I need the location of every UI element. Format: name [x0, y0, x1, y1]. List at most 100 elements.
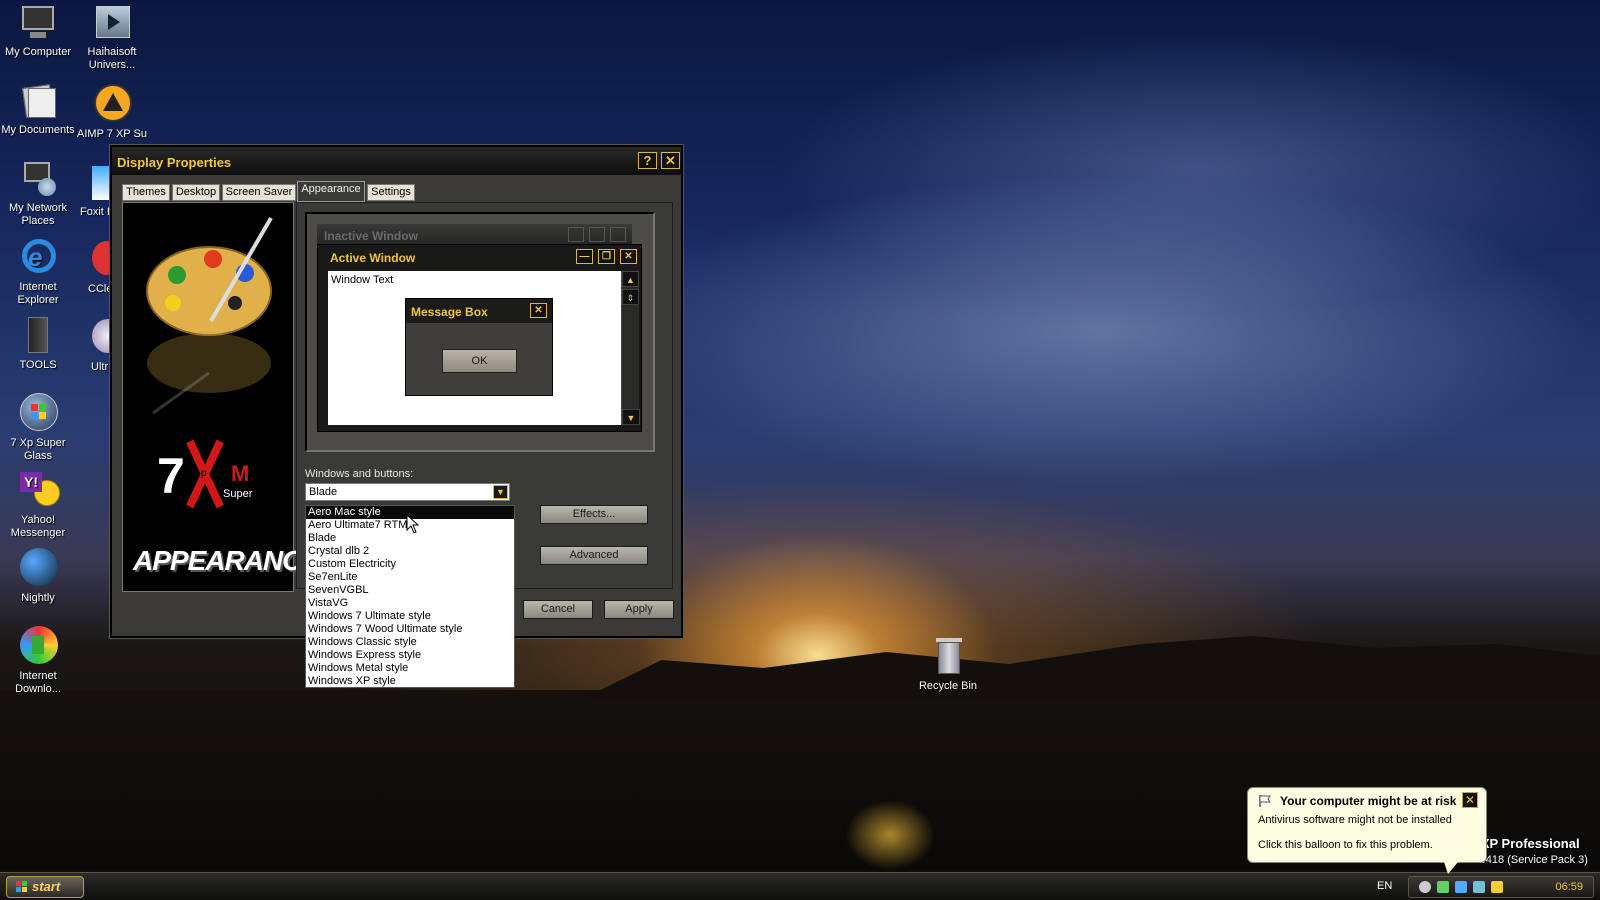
desktop-icon-haihaisoft[interactable]: Haihaisoft Univers...	[74, 2, 150, 72]
cancel-button[interactable]: Cancel	[523, 600, 593, 619]
inactive-window-preview: Inactive Window	[317, 224, 632, 246]
close-icon: ✕	[665, 153, 676, 168]
scroll-down-icon: ▼	[622, 409, 640, 425]
windows-buttons-select[interactable]: Blade ▼	[305, 483, 510, 501]
desktop-icon-label: Recycle Bin	[918, 680, 978, 692]
desktop-icon-label: Foxit I	[80, 206, 110, 218]
window-title: Display Properties	[117, 155, 232, 170]
desktop-icon-label: Yahoo! Messenger	[10, 514, 66, 539]
desktop-icon-ccleaner[interactable]: CCle	[74, 239, 114, 296]
start-label: start	[32, 879, 61, 894]
desktop-icon-internet-download[interactable]: Internet Downlo...	[0, 626, 76, 696]
internet-explorer-icon: e	[18, 237, 58, 277]
desktop-icon-ultraiso[interactable]: Ultr	[74, 317, 114, 374]
volume-tray-icon[interactable]	[1473, 881, 1485, 893]
messenger-tray-icon[interactable]	[1419, 881, 1431, 893]
appearance-caption: APPEARANCE	[133, 545, 320, 576]
help-button[interactable]: ?	[638, 152, 657, 169]
tab-settings[interactable]: Settings	[367, 184, 415, 201]
window-text: Window Text	[331, 274, 394, 286]
list-item[interactable]: Se7enLite	[306, 571, 514, 584]
desktop-icon-my-documents[interactable]: My Documents	[0, 80, 76, 137]
language-indicator[interactable]: EN	[1377, 880, 1392, 892]
balloon-close-button[interactable]: ✕	[1462, 792, 1478, 808]
message-box-titlebar: Message Box ✕	[406, 299, 552, 323]
desktop-icon-my-computer[interactable]: My Computer	[0, 2, 76, 59]
title-bar[interactable]: Display Properties ? ✕	[112, 147, 681, 175]
list-item[interactable]: Windows Metal style	[306, 662, 514, 675]
media-player-icon	[92, 2, 132, 42]
apply-button[interactable]: Apply	[604, 600, 674, 619]
security-balloon[interactable]: Your computer might be at risk ✕ Antivir…	[1247, 787, 1487, 874]
desktop-icon-tools[interactable]: TOOLS	[0, 315, 76, 372]
preview-scrollbar: ▲ ⇕ ▼	[621, 271, 640, 425]
desktop-icon-label: Nightly	[21, 592, 55, 604]
desktop-icon-network[interactable]: My Network Places	[0, 158, 76, 228]
app-tray-icon[interactable]	[1491, 881, 1503, 893]
tab-screen-saver[interactable]: Screen Saver	[222, 184, 296, 201]
desktop-icon-label: Internet Explorer	[17, 281, 59, 306]
security-shield-icon[interactable]	[1437, 881, 1449, 893]
desktop-icon-7xp-super-glass[interactable]: 7 Xp Super Glass	[0, 393, 76, 463]
desktop-icon-nightly[interactable]: Nightly	[0, 548, 76, 605]
effects-button[interactable]: Effects...	[540, 505, 648, 524]
scroll-thumb-icon: ⇕	[622, 289, 639, 305]
desktop-icon-label: My Network Places	[8, 202, 68, 227]
inactive-maximize-icon	[589, 227, 605, 242]
list-item[interactable]: Custom Electricity	[306, 558, 514, 571]
balloon-tail	[1444, 862, 1458, 874]
desktop-icon-label: Internet Downlo...	[15, 670, 61, 695]
desktop-icon-label: Haihaisoft Univers...	[87, 46, 137, 71]
desktop-icon-label: TOOLS	[19, 359, 57, 371]
list-item[interactable]: SevenVGBL	[306, 584, 514, 597]
balloon-line2: Click this balloon to fix this problem.	[1258, 839, 1433, 851]
desktop-icon-label: My Documents	[1, 124, 75, 136]
close-button[interactable]: ✕	[661, 152, 680, 169]
desktop-icon-label: 7 Xp Super Glass	[10, 437, 66, 462]
list-item[interactable]: Windows 7 Wood Ultimate style	[306, 623, 514, 636]
desktop-icon-yahoo-messenger[interactable]: Y! Yahoo! Messenger	[0, 470, 76, 540]
close-icon: ✕	[530, 303, 547, 318]
active-window-preview: Active Window — ❐ ✕ Window Text ▲ ⇕ ▼ Me…	[317, 244, 642, 432]
balloon-title: Your computer might be at risk	[1280, 794, 1457, 808]
list-item[interactable]: Windows XP style	[306, 675, 514, 688]
select-value: Blade	[309, 486, 338, 498]
tab-desktop[interactable]: Desktop	[172, 184, 220, 201]
network-icon	[18, 158, 58, 198]
clock[interactable]: 06:59	[1555, 881, 1583, 893]
desktop-icon-aimp[interactable]: AIMP 7 XP Su	[74, 84, 150, 141]
my-documents-icon	[18, 80, 58, 120]
desktop-icon-recycle-bin[interactable]: Recycle Bin	[910, 636, 986, 693]
internet-download-icon	[18, 626, 58, 666]
os-watermark-build: -0418 (Service Pack 3)	[1476, 854, 1588, 866]
windows-flag-icon	[16, 881, 28, 893]
list-item[interactable]: Windows 7 Ultimate style	[306, 610, 514, 623]
chevron-down-icon[interactable]: ▼	[493, 485, 508, 499]
list-item[interactable]: VistaVG	[306, 597, 514, 610]
network-tray-icon[interactable]	[1455, 881, 1467, 893]
windows-orb-icon	[18, 393, 58, 433]
tab-appearance[interactable]: Appearance	[297, 181, 365, 202]
close-icon: ✕	[620, 249, 637, 264]
list-item[interactable]: Crystal dlb 2	[306, 545, 514, 558]
mouse-cursor-icon	[406, 514, 420, 534]
tools-icon	[18, 315, 58, 355]
list-item[interactable]: Windows Express style	[306, 649, 514, 662]
desktop-icon-label: AIMP 7 XP Su	[77, 128, 147, 140]
recycle-bin-icon	[928, 636, 968, 676]
desktop-icon-foxit[interactable]: Foxit I	[74, 162, 114, 219]
yahoo-messenger-icon: Y!	[18, 470, 60, 510]
active-window-titlebar: Active Window — ❐ ✕	[318, 245, 641, 269]
logo-small-p: p	[201, 468, 207, 479]
list-item[interactable]: Windows Classic style	[306, 636, 514, 649]
my-computer-icon	[18, 2, 58, 42]
help-icon: ?	[643, 153, 652, 168]
desktop-icon-internet-explorer[interactable]: e Internet Explorer	[0, 237, 76, 307]
maximize-icon: ❐	[598, 249, 615, 264]
tab-themes[interactable]: Themes	[122, 184, 170, 201]
start-button[interactable]: start	[6, 876, 84, 898]
system-tray: 06:59	[1408, 876, 1594, 898]
inactive-minimize-icon	[568, 227, 584, 242]
advanced-button[interactable]: Advanced	[540, 546, 648, 565]
message-box-preview: Message Box ✕ OK	[405, 298, 553, 396]
